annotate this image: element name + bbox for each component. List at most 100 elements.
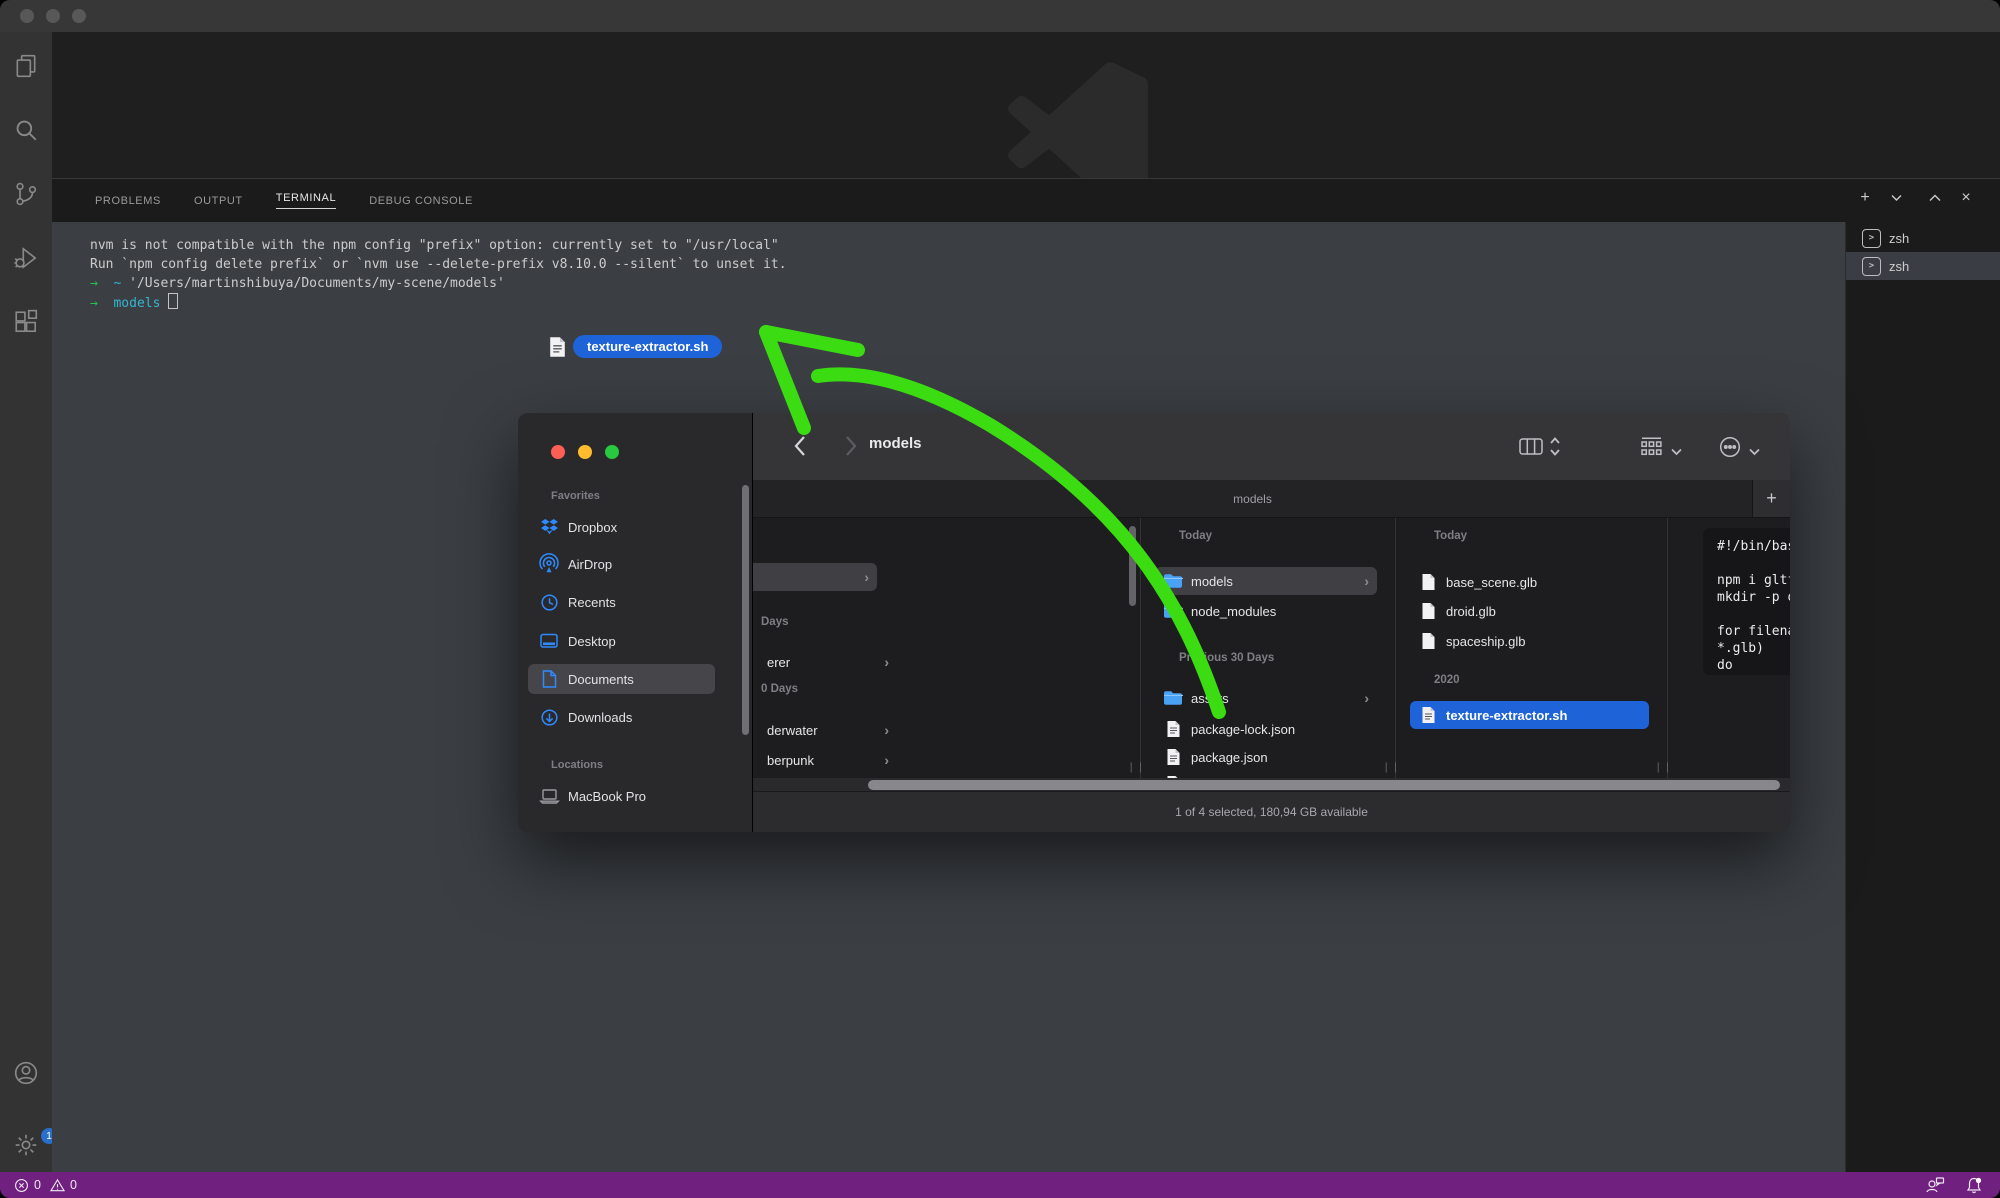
new-terminal-button[interactable]: + [1857, 190, 1873, 206]
laptop-icon [540, 787, 558, 805]
sidebar-section-header: Locations [551, 759, 603, 771]
terminal-tabs-list: >zsh>zsh [1845, 222, 2000, 1172]
airdrop-icon [540, 555, 558, 573]
finder-window-title: models [869, 435, 922, 452]
terminal-label: zsh [1889, 259, 1909, 274]
dragged-file-chip[interactable]: texture-extractor.sh [549, 335, 722, 358]
column-divider[interactable] [1667, 518, 1668, 778]
new-tab-button[interactable]: + [1752, 480, 1790, 517]
panel-tab-problems[interactable]: PROBLEMS [95, 195, 161, 207]
sidebar-item-label: AirDrop [568, 557, 612, 572]
terminal-dropdown-button[interactable] [1888, 190, 1904, 206]
preview-more-label[interactable]: More... [1703, 736, 1790, 751]
finder-close-button[interactable] [551, 445, 565, 459]
panel-tab-debug-console[interactable]: DEBUG CONSOLE [369, 195, 473, 207]
panel-tab-terminal[interactable]: TERMINAL [276, 192, 336, 209]
window-titlebar [0, 0, 2000, 32]
file-row-node_modules[interactable]: node_modules [1155, 597, 1377, 625]
column-scrollbar[interactable] [1129, 526, 1136, 606]
file-row-texture-extractor.sh[interactable]: texture-extractor.sh [1410, 701, 1649, 729]
panel-tab-output[interactable]: OUTPUT [194, 195, 243, 207]
explorer-icon[interactable] [13, 53, 39, 79]
problems-status[interactable]: 0 0 [14, 1178, 77, 1193]
panel-tab-bar: PROBLEMS OUTPUT TERMINAL DEBUG CONSOLE [52, 178, 2000, 222]
sidebar-item-label: Downloads [568, 710, 632, 725]
panel-actions: + × [1857, 190, 1974, 206]
finder-tab-bar: models + [753, 480, 1790, 518]
file-row-package-lock.json[interactable]: package-lock.json [1155, 715, 1377, 743]
finder-column-2: Todaymodels›node_modulesPrevious 30 Days… [1143, 518, 1391, 778]
sidebar-item-desktop[interactable]: Desktop [528, 626, 715, 656]
extensions-icon[interactable] [13, 309, 39, 335]
terminal-list-item-zsh[interactable]: >zsh [1846, 252, 2000, 280]
group-by-icon[interactable] [1641, 437, 1662, 461]
sidebar-scrollbar[interactable] [742, 485, 749, 735]
back-button[interactable] [793, 435, 806, 462]
run-debug-icon[interactable] [13, 245, 39, 271]
preview-code-line: #!/bin/bash [1717, 538, 1790, 555]
close-window-button[interactable] [20, 9, 34, 23]
column-section-header: 0 Days [761, 683, 798, 695]
notifications-bell-icon[interactable] [1966, 1177, 1982, 1194]
finder-minimize-button[interactable] [578, 445, 592, 459]
status-bar: 0 0 [0, 1172, 2000, 1198]
feedback-icon[interactable] [1926, 1177, 1944, 1193]
sidebar-item-airdrop[interactable]: AirDrop [528, 549, 715, 579]
activity-bar: 1 [0, 32, 52, 1172]
search-icon[interactable] [13, 117, 39, 143]
column-divider[interactable] [1140, 518, 1141, 778]
accounts-icon[interactable] [13, 1060, 39, 1086]
source-control-icon[interactable] [13, 181, 39, 207]
file-row-berpunk[interactable]: berpunk› [759, 746, 897, 774]
terminal-output: nvm is not compatible with the npm confi… [90, 236, 787, 313]
file-row-erer[interactable]: erer› [759, 648, 897, 676]
file-row-droid.glb[interactable]: droid.glb [1410, 597, 1649, 625]
warning-count: 0 [70, 1178, 77, 1192]
finder-tab-title[interactable]: models [753, 480, 1752, 517]
file-name: package-lock.json [1191, 722, 1295, 737]
preview-code-line: mkdir -p out [1717, 589, 1790, 606]
settings-gear-icon[interactable]: 1 [13, 1132, 39, 1158]
file-row-package.json[interactable]: package.json [1155, 743, 1377, 771]
column-section-header: 2020 [1434, 674, 1460, 686]
sidebar-item-recents[interactable]: Recents [528, 587, 715, 617]
column-view-icon[interactable] [1519, 438, 1543, 460]
file-name: droid.glb [1446, 604, 1496, 619]
minimize-window-button[interactable] [46, 9, 60, 23]
column-divider[interactable] [1395, 518, 1396, 778]
sidebar-item-dropbox[interactable]: Dropbox [528, 512, 715, 542]
maximize-panel-button[interactable] [1927, 190, 1943, 206]
column-section-header: Previous 30 Days [1179, 652, 1274, 664]
zoom-window-button[interactable] [72, 9, 86, 23]
forward-button[interactable] [845, 435, 858, 462]
sidebar-item-macbook-pro[interactable]: MacBook Pro [528, 781, 715, 811]
terminal-cursor [168, 293, 178, 309]
terminal-list-item-zsh[interactable]: >zsh [1846, 224, 2000, 252]
desktop-icon [540, 632, 558, 650]
finder-window[interactable]: FavoritesDropboxAirDropRecentsDesktopDoc… [518, 413, 1790, 832]
sidebar-item-label: MacBook Pro [568, 789, 646, 804]
file-row-clipped[interactable]: › [753, 563, 877, 591]
script-file-icon [549, 336, 566, 358]
finder-zoom-button[interactable] [605, 445, 619, 459]
file-row-base_scene.glb[interactable]: base_scene.glb [1410, 568, 1649, 596]
file-row-clipped[interactable] [1155, 770, 1377, 778]
file-row-derwater[interactable]: derwater› [759, 716, 897, 744]
file-name: spaceship.glb [1446, 634, 1526, 649]
column-section-header: Days [761, 616, 789, 628]
file-row-models[interactable]: models› [1155, 567, 1377, 595]
close-panel-button[interactable]: × [1958, 190, 1974, 206]
download-icon [540, 708, 558, 726]
horizontal-scrollbar-thumb[interactable] [868, 780, 1780, 790]
sidebar-item-documents[interactable]: Documents [528, 664, 715, 694]
sidebar-item-label: Desktop [568, 634, 616, 649]
finder-sidebar: FavoritesDropboxAirDropRecentsDesktopDoc… [518, 413, 753, 832]
preview-code-line: *.glb) [1717, 640, 1790, 657]
sidebar-item-downloads[interactable]: Downloads [528, 702, 715, 732]
file-row-spaceship.glb[interactable]: spaceship.glb [1410, 627, 1649, 655]
more-actions-icon[interactable] [1719, 436, 1741, 463]
view-switcher-chevrons-icon[interactable] [1549, 436, 1561, 462]
file-row-assets[interactable]: assets› [1155, 684, 1377, 712]
vscode-window: 1 PROBLEMS OUTPUT TERMINAL DEBUG CONSOLE + … [0, 0, 2000, 1198]
file-icon [1163, 720, 1183, 738]
